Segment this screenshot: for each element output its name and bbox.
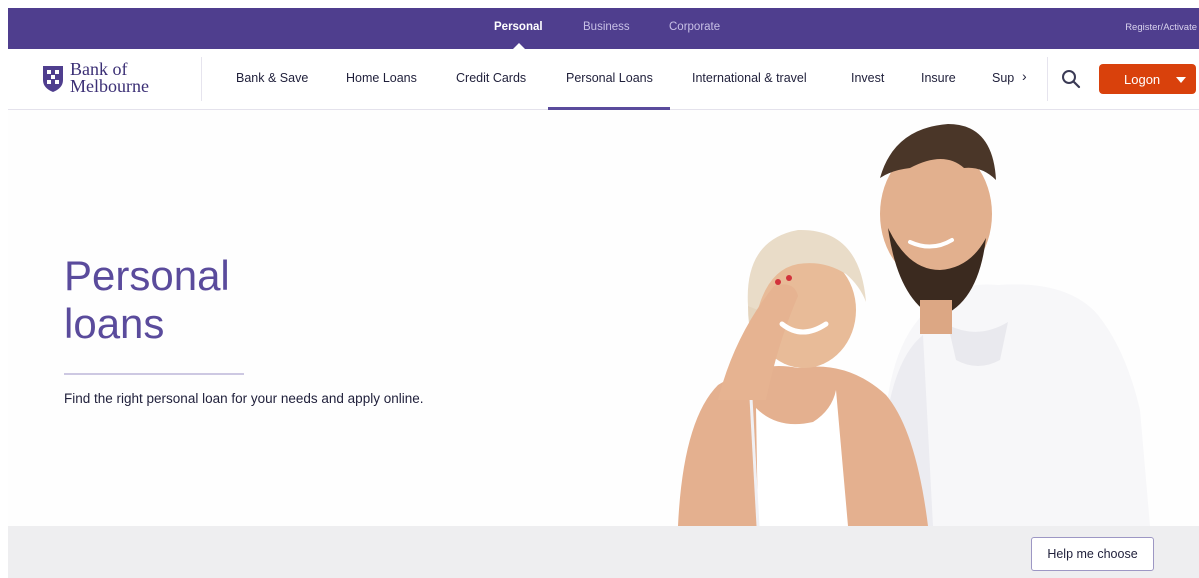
nav-item-super[interactable]: Sup: [992, 71, 1014, 85]
nav-item-personal-loans[interactable]: Personal Loans: [548, 71, 670, 110]
product-selector-strip: Help me choose: [8, 526, 1199, 578]
nav-divider: [201, 57, 202, 101]
hero-banner: Personal loans Find the right personal l…: [8, 110, 1199, 526]
nav-item-home-loans[interactable]: Home Loans: [346, 71, 417, 85]
hero-subtitle: Find the right personal loan for your ne…: [64, 391, 424, 406]
nav-divider: [1047, 57, 1048, 101]
page-title: Personal loans: [64, 252, 364, 348]
caret-down-icon: [1176, 77, 1186, 83]
search-icon[interactable]: [1060, 68, 1082, 90]
register-activate-link[interactable]: Register/Activate: [1125, 22, 1197, 33]
page-title-line2: loans: [64, 300, 165, 347]
title-underline: [64, 373, 244, 375]
nav-item-international-travel[interactable]: International & travel: [692, 71, 807, 85]
segment-personal[interactable]: Personal: [494, 21, 543, 33]
smiling-couple-photo: [678, 124, 1150, 526]
chevron-right-icon[interactable]: ›: [1022, 68, 1027, 84]
main-nav: Bank of Melbourne Bank & Save Home Loans…: [8, 49, 1199, 110]
nav-item-bank-save[interactable]: Bank & Save: [236, 71, 308, 85]
nav-item-credit-cards[interactable]: Credit Cards: [456, 71, 526, 85]
logon-button[interactable]: Logon: [1099, 64, 1196, 94]
help-me-choose-button[interactable]: Help me choose: [1031, 537, 1154, 571]
logon-label: Logon: [1124, 72, 1161, 87]
page: Personal Business Corporate Register/Act…: [8, 8, 1199, 578]
brand-name: Bank of Melbourne: [70, 60, 149, 96]
shield-logo-icon: [43, 66, 63, 92]
brand-logo[interactable]: Bank of Melbourne: [41, 60, 181, 101]
nav-item-invest[interactable]: Invest: [851, 71, 884, 85]
segment-corporate[interactable]: Corporate: [669, 21, 720, 33]
nav-item-insure[interactable]: Insure: [921, 71, 956, 85]
page-title-line1: Personal: [64, 252, 230, 299]
segment-bar: Personal Business Corporate Register/Act…: [8, 8, 1199, 49]
segment-business[interactable]: Business: [583, 21, 630, 33]
brand-name-line2: Melbourne: [70, 76, 149, 96]
